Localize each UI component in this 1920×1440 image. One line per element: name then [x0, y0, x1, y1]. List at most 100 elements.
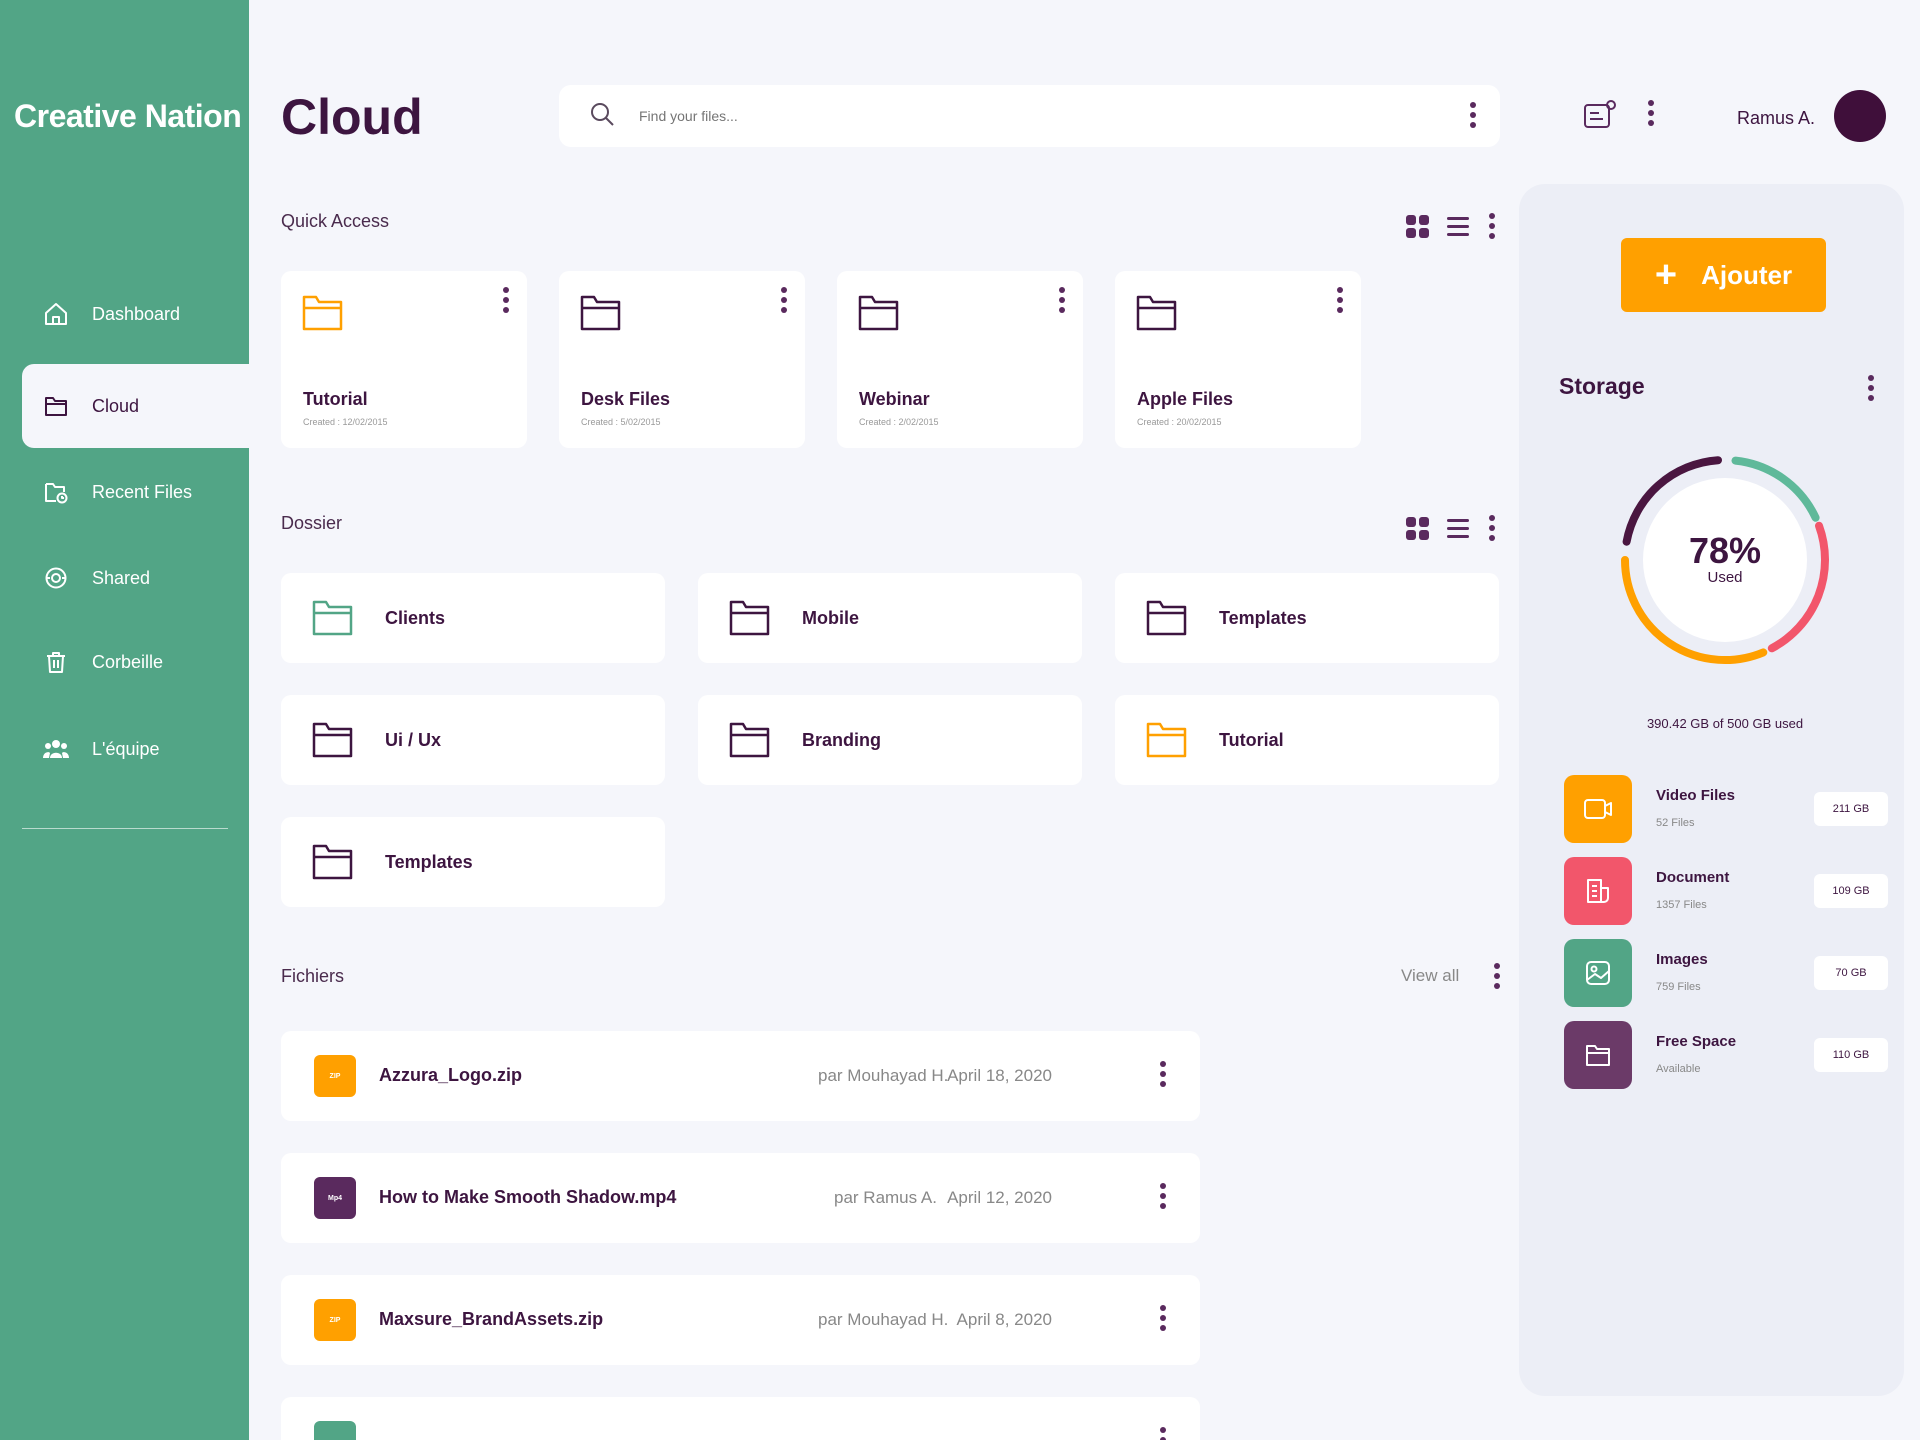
file-row[interactable]: ZIP Maxsure_BrandAssets.zip par Mouhayad… — [281, 1275, 1200, 1365]
file-owner: par Mouhayad H. — [818, 1310, 949, 1329]
folder-name: Templates — [385, 851, 473, 872]
quick-access-card[interactable]: Desk Files Created : 5/02/2015 — [559, 271, 805, 448]
folder-icon — [311, 720, 355, 760]
card-title: Tutorial — [303, 389, 368, 409]
storage-percent: 78% — [1688, 530, 1762, 571]
category-count: Available — [1656, 1063, 1701, 1075]
plus-icon: + — [1654, 254, 1678, 296]
user-name[interactable]: Ramus A. — [1737, 108, 1815, 129]
sidebar-item-equipe[interactable]: L'équipe — [22, 707, 249, 791]
quick-access-more-icon[interactable] — [1487, 213, 1497, 239]
search-bar[interactable] — [559, 85, 1500, 147]
file-owner: par Ramus A. — [834, 1188, 937, 1207]
folder-icon — [311, 598, 355, 638]
grid-view-icon[interactable] — [1406, 214, 1429, 238]
storage-more-icon[interactable] — [1866, 375, 1876, 401]
file-icon — [314, 1421, 356, 1440]
file-more-icon[interactable] — [1158, 1305, 1168, 1331]
video-file-icon: Mp4 — [314, 1177, 356, 1219]
fichiers-more-icon[interactable] — [1492, 963, 1502, 989]
card-more-icon[interactable] — [779, 287, 789, 313]
card-date: Created : 20/02/2015 — [1137, 417, 1222, 427]
folder-name: Tutorial — [1219, 729, 1284, 750]
image-icon — [1564, 939, 1632, 1007]
category-count: 52 Files — [1656, 817, 1695, 829]
folder-icon — [1564, 1021, 1632, 1089]
storage-category-images[interactable]: Images 759 Files 70 GB — [1564, 939, 1894, 1007]
category-size: 211 GB — [1814, 792, 1888, 826]
zip-file-icon: ZIP — [314, 1299, 356, 1341]
list-view-icon[interactable] — [1447, 518, 1469, 538]
folder-card[interactable]: Branding — [698, 695, 1082, 785]
dossier-view-toggles — [1406, 515, 1497, 541]
notification-icon[interactable] — [1583, 99, 1617, 136]
card-title: Apple Files — [1137, 389, 1234, 409]
avatar[interactable] — [1834, 90, 1886, 142]
sidebar-item-label: Shared — [92, 567, 151, 588]
file-row[interactable] — [281, 1397, 1200, 1440]
sidebar-item-recent-files[interactable]: Recent Files — [22, 450, 249, 534]
list-view-icon[interactable] — [1447, 216, 1469, 236]
folder-card[interactable]: Templates — [281, 817, 665, 907]
card-date: Created : 12/02/2015 — [303, 417, 388, 427]
fichiers-label: Fichiers — [281, 966, 345, 986]
quick-access-card[interactable]: Tutorial Created : 12/02/2015 — [281, 271, 527, 448]
page-title: Cloud — [281, 89, 423, 145]
card-more-icon[interactable] — [1057, 287, 1067, 313]
sidebar-item-dashboard[interactable]: Dashboard — [22, 272, 249, 356]
folder-icon — [42, 392, 70, 420]
grid-view-icon[interactable] — [1406, 516, 1429, 540]
sidebar-item-label: Cloud — [92, 395, 140, 416]
search-icon[interactable] — [589, 101, 615, 132]
file-more-icon[interactable] — [1158, 1061, 1168, 1087]
file-name: Maxsure_BrandAssets.zip — [379, 1309, 604, 1329]
storage-category-document[interactable]: Document 1357 Files 109 GB — [1564, 857, 1894, 925]
folder-card[interactable]: Templates — [1115, 573, 1499, 663]
folder-name: Clients — [385, 607, 446, 628]
dossier-more-icon[interactable] — [1487, 515, 1497, 541]
card-more-icon[interactable] — [1335, 287, 1345, 313]
brand-logo[interactable]: Creative Nation — [14, 98, 242, 135]
sidebar-item-cloud[interactable]: Cloud — [22, 364, 249, 448]
search-options-icon[interactable] — [1468, 102, 1478, 128]
header-more-icon[interactable] — [1646, 100, 1656, 126]
trash-icon — [42, 648, 70, 676]
team-icon — [42, 735, 70, 763]
sidebar-item-label: Corbeille — [92, 651, 164, 672]
sidebar-divider — [22, 828, 228, 829]
shared-icon — [42, 564, 70, 592]
category-count: 1357 Files — [1656, 899, 1707, 911]
card-more-icon[interactable] — [501, 287, 511, 313]
file-more-icon[interactable] — [1158, 1183, 1168, 1209]
search-input[interactable] — [639, 108, 1419, 124]
quick-access-card[interactable]: Webinar Created : 2/02/2015 — [837, 271, 1083, 448]
document-icon — [1564, 857, 1632, 925]
home-icon — [42, 300, 70, 328]
folder-card[interactable]: Mobile — [698, 573, 1082, 663]
sidebar-item-label: L'équipe — [92, 738, 160, 759]
card-title: Desk Files — [581, 389, 671, 409]
dossier-label: Dossier — [281, 513, 343, 533]
file-name: Azzura_Logo.zip — [379, 1065, 522, 1085]
file-row[interactable]: Mp4 How to Make Smooth Shadow.mp4 par Ra… — [281, 1153, 1200, 1243]
file-date: April 18, 2020 — [947, 1066, 1052, 1085]
storage-percent-label: Used — [1707, 569, 1743, 586]
sidebar-item-shared[interactable]: Shared — [22, 536, 249, 620]
folder-icon — [579, 293, 623, 338]
file-more-icon[interactable] — [1158, 1427, 1168, 1440]
quick-access-card[interactable]: Apple Files Created : 20/02/2015 — [1115, 271, 1361, 448]
storage-title: Storage — [1559, 373, 1645, 399]
view-all-link[interactable]: View all — [1401, 966, 1459, 986]
file-date: April 12, 2020 — [947, 1188, 1052, 1207]
folder-card[interactable]: Clients — [281, 573, 665, 663]
file-row[interactable]: ZIP Azzura_Logo.zip par Mouhayad H. Apri… — [281, 1031, 1200, 1121]
add-button[interactable]: + Ajouter — [1621, 238, 1826, 312]
folder-card[interactable]: Tutorial — [1115, 695, 1499, 785]
folder-name: Mobile — [802, 607, 859, 628]
folder-card[interactable]: Ui / Ux — [281, 695, 665, 785]
sidebar-item-corbeille[interactable]: Corbeille — [22, 620, 249, 704]
storage-category-video[interactable]: Video Files 52 Files 211 GB — [1564, 775, 1894, 843]
storage-category-free-space[interactable]: Free Space Available 110 GB — [1564, 1021, 1894, 1089]
category-size: 109 GB — [1814, 874, 1888, 908]
category-name: Document — [1656, 869, 1730, 886]
